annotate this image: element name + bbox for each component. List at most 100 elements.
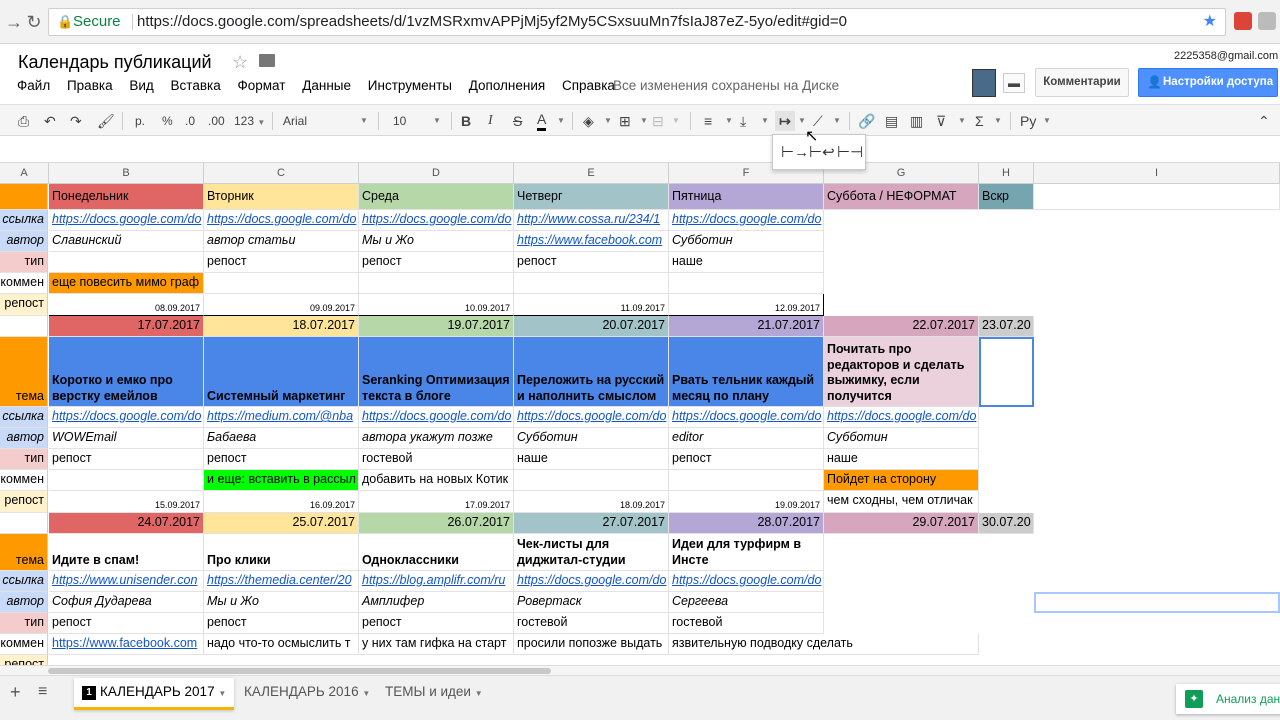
author-cell[interactable]: София Дударева: [49, 592, 204, 613]
menu-insert[interactable]: Вставка: [171, 78, 221, 93]
tab-calendar-2017[interactable]: 1 КАЛЕНДАРЬ 2017 ▼: [74, 678, 235, 710]
type-cell[interactable]: репост: [49, 613, 204, 634]
link-cell[interactable]: http://www.cossa.ru/234/1: [514, 210, 669, 231]
link-cell[interactable]: https://docs.google.com/do: [669, 210, 824, 231]
comment-cell[interactable]: [514, 470, 669, 491]
fill-color-icon[interactable]: ◈: [583, 111, 594, 131]
extension-icon[interactable]: [1234, 12, 1252, 30]
link-cell[interactable]: https://docs.google.com/do: [49, 210, 204, 231]
forward-icon[interactable]: →: [4, 12, 24, 33]
author-cell[interactable]: editor: [669, 428, 824, 449]
topic-cell[interactable]: Про клики: [204, 534, 359, 571]
repost-date-cell[interactable]: 19.09.2017: [669, 491, 824, 513]
type-cell[interactable]: наше: [514, 449, 669, 470]
vertical-align-icon[interactable]: ⤓: [740, 111, 746, 131]
type-cell[interactable]: репост: [359, 252, 514, 273]
author-cell[interactable]: Мы и Жо: [204, 592, 359, 613]
day-header-saturday[interactable]: Суббота / НЕФОРМАТ: [824, 184, 979, 210]
row-label-type[interactable]: тип: [0, 252, 48, 273]
row-label-link[interactable]: ссылка: [0, 210, 48, 231]
topic-cell[interactable]: Одноклассники: [359, 534, 514, 571]
type-cell[interactable]: репост: [669, 449, 824, 470]
address-bar[interactable]: 🔒 Secure https://docs.google.com/spreads…: [48, 8, 1226, 36]
repost-date-cell[interactable]: 18.09.2017: [514, 491, 669, 513]
topic-cell[interactable]: Системный маркетинг: [204, 337, 359, 407]
bold-button[interactable]: B: [461, 111, 471, 131]
author-cell[interactable]: Ровертаск: [514, 592, 669, 613]
date-cell[interactable]: 24.07.2017: [49, 513, 204, 534]
type-cell[interactable]: гостевой: [669, 613, 824, 634]
date-cell[interactable]: 30.07.20: [979, 513, 1034, 534]
chevron-down-icon[interactable]: ▼: [433, 111, 441, 131]
author-cell[interactable]: Субботин: [514, 428, 669, 449]
explore-button[interactable]: ✦ Анализ дан: [1176, 684, 1280, 714]
menu-format[interactable]: Формат: [238, 78, 286, 93]
menu-help[interactable]: Справка: [562, 78, 615, 93]
row-label-link[interactable]: ссылка: [0, 571, 48, 592]
day-header-sunday[interactable]: Вскр: [979, 184, 1034, 210]
tab-calendar-2016[interactable]: КАЛЕНДАРЬ 2016 ▼: [236, 678, 378, 710]
link-cell[interactable]: https://www.unisender.con: [49, 571, 204, 592]
percent-button[interactable]: %: [162, 111, 173, 131]
date-cell[interactable]: 20.07.2017: [514, 316, 669, 337]
comment-cell[interactable]: [49, 470, 204, 491]
comment-cell[interactable]: надо что-то осмыслить т: [204, 634, 359, 655]
type-cell[interactable]: наше: [824, 449, 979, 470]
topic-cell[interactable]: Seranking Оптимизация текста в блоге: [359, 337, 514, 407]
type-cell[interactable]: гостевой: [359, 449, 514, 470]
type-cell[interactable]: репост: [359, 613, 514, 634]
date-cell[interactable]: 21.07.2017: [669, 316, 824, 337]
repost-date-cell[interactable]: 15.09.2017: [49, 491, 204, 513]
increase-decimal-button[interactable]: .00: [208, 111, 225, 131]
column-header-d[interactable]: D: [359, 163, 514, 184]
scrollbar-thumb[interactable]: [48, 668, 551, 674]
chevron-down-icon[interactable]: ▼: [475, 689, 483, 698]
column-header-e[interactable]: E: [514, 163, 669, 184]
row-label-link[interactable]: ссылка: [0, 407, 48, 428]
row-label-comment[interactable]: коммен: [0, 470, 48, 491]
column-header-i[interactable]: I: [1034, 163, 1280, 184]
row-label-author[interactable]: автор: [0, 592, 48, 613]
tab-themes-ideas[interactable]: ТЕМЫ и идеи ▼: [377, 678, 491, 710]
redo-icon[interactable]: ↷: [70, 111, 82, 131]
repost-date-cell[interactable]: 16.09.2017: [204, 491, 359, 513]
type-cell[interactable]: репост: [204, 252, 359, 273]
row-label-type[interactable]: тип: [0, 613, 48, 634]
currency-button[interactable]: р.: [135, 111, 145, 131]
repost-date-cell[interactable]: 09.09.2017: [204, 294, 359, 316]
chevron-down-icon[interactable]: ▼: [604, 111, 612, 131]
link-cell[interactable]: https://docs.google.com/do: [204, 210, 359, 231]
link-cell[interactable]: https://docs.google.com/do: [514, 407, 669, 428]
chevron-down-icon[interactable]: ▼: [640, 111, 648, 131]
chevron-down-icon[interactable]: ▼: [557, 111, 565, 131]
avatar[interactable]: [972, 69, 996, 97]
author-cell[interactable]: Субботин: [669, 231, 824, 252]
selected-cell[interactable]: [979, 337, 1034, 407]
repost-date-cell[interactable]: 10.09.2017: [359, 294, 514, 316]
author-cell[interactable]: Субботин: [824, 428, 979, 449]
link-cell[interactable]: https://blog.amplifr.com/ru: [359, 571, 514, 592]
chevron-down-icon[interactable]: ▼: [994, 111, 1002, 131]
formula-bar[interactable]: [0, 137, 1280, 163]
author-cell[interactable]: Амплифер: [359, 592, 514, 613]
bookmark-star-icon[interactable]: ★: [1203, 9, 1217, 35]
print-icon[interactable]: ⎙: [18, 111, 29, 131]
chevron-down-icon[interactable]: ▼: [362, 689, 370, 698]
spreadsheet-grid[interactable]: A B C D E F G H I Понедельник Вторник Ср…: [0, 163, 1280, 665]
comment-cell[interactable]: https://www.facebook.com: [49, 634, 204, 655]
document-title[interactable]: Календарь публикаций: [18, 52, 212, 73]
row-label-comment[interactable]: коммен: [0, 634, 48, 655]
menu-view[interactable]: Вид: [129, 78, 153, 93]
type-cell[interactable]: гостевой: [514, 613, 669, 634]
day-header-monday[interactable]: Понедельник: [49, 184, 204, 210]
topic-cell[interactable]: Переложить на русский и наполнить смысло…: [514, 337, 669, 407]
date-cell[interactable]: 18.07.2017: [204, 316, 359, 337]
link-cell[interactable]: https://docs.google.com/do: [824, 407, 979, 428]
horizontal-scrollbar[interactable]: [0, 665, 1280, 675]
italic-button[interactable]: I: [488, 111, 493, 131]
date-cell[interactable]: 27.07.2017: [514, 513, 669, 534]
date-cell[interactable]: 19.07.2017: [359, 316, 514, 337]
link-cell[interactable]: https://docs.google.com/do: [49, 407, 204, 428]
insert-comment-icon[interactable]: ▤: [885, 111, 898, 131]
author-cell[interactable]: авторa укажут позже: [359, 428, 514, 449]
